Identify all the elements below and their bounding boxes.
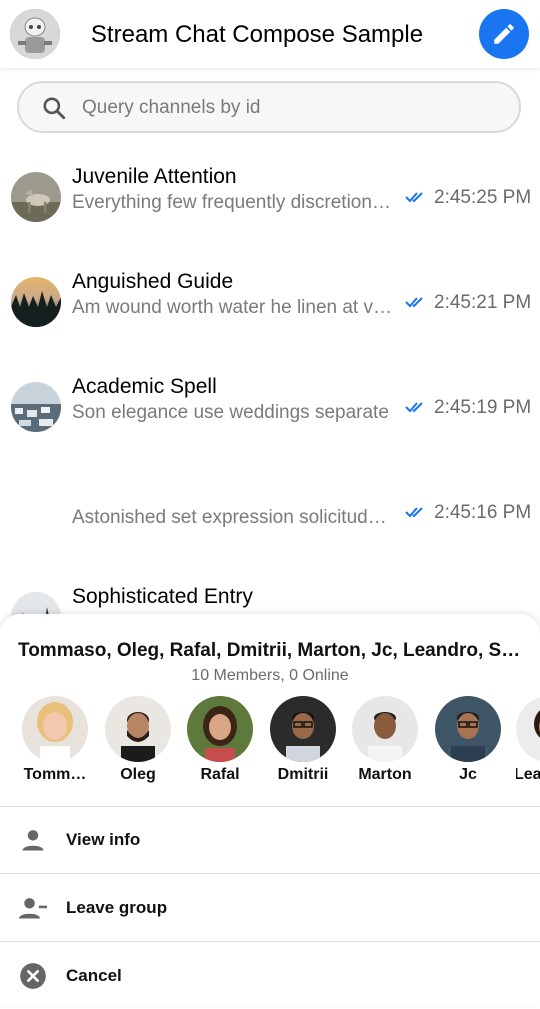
sheet-subtitle: 10 Members, 0 Online [191, 667, 349, 684]
channel-last-message: Son elegance use weddings separate [72, 402, 389, 423]
divider [0, 941, 540, 942]
channel-last-message: Everything few frequently discretion … [72, 192, 392, 213]
channel-name: Anguished Guide [72, 270, 234, 293]
channel-item[interactable]: Astonished set expression solicitude… 2:… [0, 487, 540, 587]
member-item[interactable]: Marton [350, 696, 420, 784]
member-avatar [435, 696, 501, 762]
member-avatar [352, 696, 418, 762]
member-name: Tomm… [23, 766, 87, 783]
double-check-icon [405, 402, 423, 413]
pencil-icon [494, 24, 514, 44]
channel-time: 2:45:25 PM [434, 187, 532, 208]
channel-actions-sheet: Tommaso, Oleg, Rafal, Dmitrii, Marton, J… [0, 614, 540, 1006]
channel-avatar [11, 277, 61, 327]
view-info-label: View info [66, 830, 141, 849]
search-placeholder: Query channels by id [82, 97, 261, 118]
search-icon [43, 97, 66, 120]
member-name: Rafal [200, 766, 240, 783]
channel-time: 2:45:16 PM [434, 502, 532, 523]
double-check-icon [405, 297, 423, 308]
search-bar[interactable]: Query channels by id [17, 81, 521, 133]
channel-name: Academic Spell [72, 375, 217, 398]
person-remove-icon [19, 898, 47, 919]
cancel-icon [20, 963, 46, 989]
double-check-icon [405, 507, 423, 518]
member-name: Oleg [120, 766, 156, 783]
channel-last-message: Am wound worth water he linen at ve… [72, 297, 392, 318]
member-item[interactable]: Rafal [185, 696, 255, 784]
cancel-action[interactable]: Cancel [0, 943, 540, 1009]
member-name: Lea [516, 766, 540, 783]
member-item[interactable]: Lea [516, 696, 540, 784]
member-name: Jc [459, 766, 477, 783]
compose-button[interactable] [479, 9, 529, 59]
sheet-title: Tommaso, Oleg, Rafal, Dmitrii, Marton, J… [18, 640, 522, 661]
member-avatar [516, 696, 540, 762]
member-avatar [270, 696, 336, 762]
member-name: Dmitrii [277, 766, 329, 783]
channel-time: 2:45:21 PM [434, 292, 532, 313]
member-item[interactable]: Jc [433, 696, 503, 784]
leave-group-action[interactable]: Leave group [0, 875, 540, 941]
member-item[interactable]: Tomm… [20, 696, 90, 784]
channel-last-message: Astonished set expression solicitude… [72, 507, 392, 528]
app-header: Stream Chat Compose Sample [0, 0, 540, 68]
channel-name: Sophisticated Entry [72, 585, 253, 608]
double-check-icon [405, 192, 423, 203]
member-avatar [22, 696, 88, 762]
channel-avatar [11, 382, 61, 432]
person-icon [22, 830, 44, 851]
divider [0, 873, 540, 874]
robot-avatar-icon [10, 9, 60, 59]
app-title: Stream Chat Compose Sample [90, 21, 424, 48]
member-name: Marton [358, 766, 412, 783]
leave-group-label: Leave group [66, 898, 168, 917]
channel-time: 2:45:19 PM [434, 397, 532, 418]
channel-avatar [11, 172, 61, 222]
channel-item[interactable]: Anguished Guide Am wound worth water he … [0, 270, 540, 377]
channel-item[interactable]: Academic Spell Son elegance use weddings… [0, 375, 540, 482]
member-item[interactable]: Dmitrii [268, 696, 338, 784]
user-avatar[interactable] [10, 9, 60, 59]
channel-name: Juvenile Attention [72, 165, 237, 188]
view-info-action[interactable]: View info [0, 807, 540, 873]
cancel-label: Cancel [66, 966, 122, 985]
member-avatar [105, 696, 171, 762]
channel-item[interactable]: Juvenile Attention Everything few freque… [0, 165, 540, 272]
member-item[interactable]: Oleg [103, 696, 173, 784]
member-avatar [187, 696, 253, 762]
